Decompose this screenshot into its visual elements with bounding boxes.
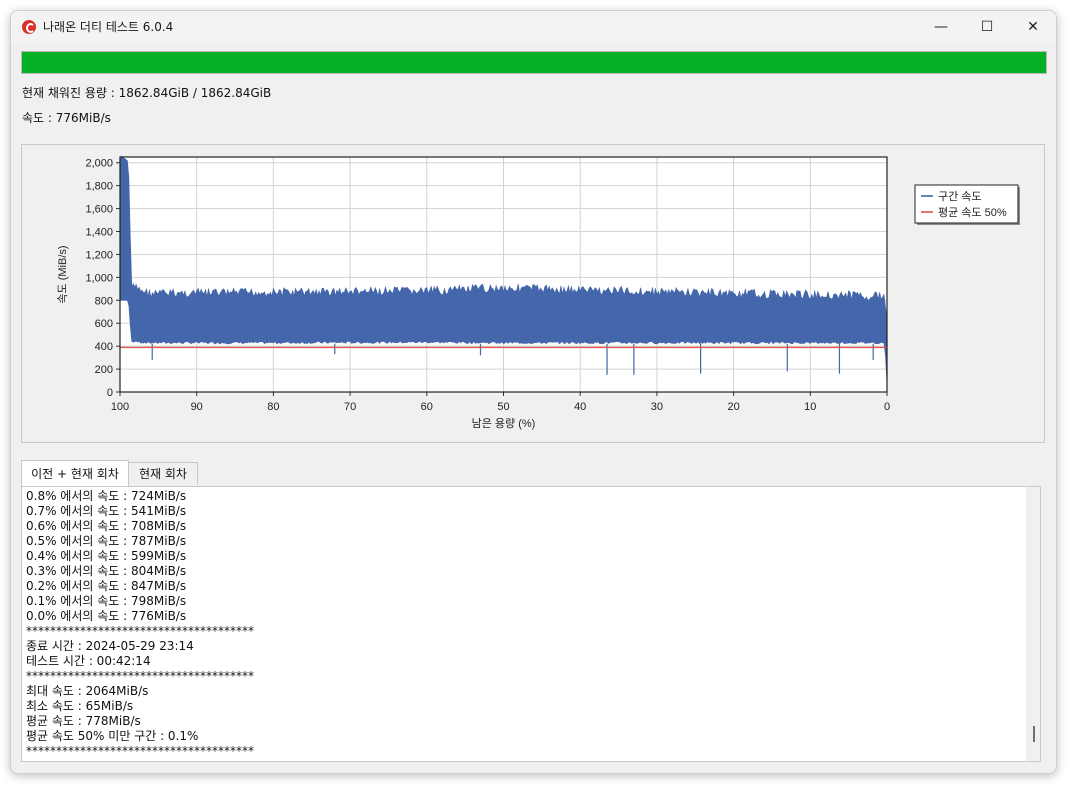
log-line: 테스트 시간 : 00:42:14 [26,654,151,668]
app-window: 나래온 더티 테스트 6.0.4 — ☐ ✕ 현재 채워진 용량 : 1862.… [10,10,1057,774]
x-tick-label: 100 [111,401,129,413]
log-line: 0.0% 에서의 속도 : 776MiB/s [26,609,187,623]
app-logo-icon [22,20,36,34]
y-tick-label: 0 [107,387,113,399]
log-line: ************************************** [26,744,254,758]
title-bar[interactable]: 나래온 더티 테스트 6.0.4 — ☐ ✕ [11,11,1056,43]
tab-all-rounds[interactable]: 이전 + 현재 회차 [21,460,129,486]
y-tick-label: 1,600 [85,204,113,216]
x-axis-label: 남은 용량 (%) [472,417,536,430]
y-tick-label: 200 [95,364,113,376]
speed-chart-panel: 0 200 400 600 800 1,000 1,200 1,400 1,600 1,800 2,… [21,144,1045,443]
filled-capacity-label: 현재 채워진 용량 : 1862.84GiB / 1862.84GiB [22,86,272,100]
log-line: 0.4% 에서의 속도 : 599MiB/s [26,549,187,563]
x-tick-label: 50 [497,401,509,413]
log-textbox[interactable]: 0.8% 에서의 속도 : 724MiB/s 0.7% 에서의 속도 : 541M… [21,486,1041,762]
progress-fill [22,52,1046,73]
maximize-button[interactable]: ☐ [964,11,1010,43]
y-tick-label: 1,200 [85,249,113,261]
x-tick-label: 30 [651,401,663,413]
x-tick-label: 40 [574,401,586,413]
x-tick-label: 10 [804,401,816,413]
log-line: 0.8% 에서의 속도 : 724MiB/s [26,489,187,503]
y-tick-label: 1,000 [85,272,113,284]
log-lines: 0.8% 에서의 속도 : 724MiB/s 0.7% 에서의 속도 : 541M… [26,489,254,759]
x-tick-label: 70 [344,401,356,413]
log-line: 종료 시간 : 2024-05-29 23:14 [26,639,194,653]
log-line: 0.1% 에서의 속도 : 798MiB/s [26,594,187,608]
y-axis-label: 속도 (MiB/s) [56,245,69,303]
legend-label: 평균 속도 50% [938,206,1007,219]
y-tick-label: 1,800 [85,181,113,193]
log-line: 평균 속도 : 778MiB/s [26,714,141,728]
log-line: 최대 속도 : 2064MiB/s [26,684,149,698]
test-progress-bar [21,51,1047,74]
log-line: 0.7% 에서의 속도 : 541MiB/s [26,504,187,518]
minimize-button[interactable]: — [918,11,964,43]
x-tick-label: 0 [884,401,890,413]
log-line: 평균 속도 50% 미만 구간 : 0.1% [26,729,199,743]
y-tick-label: 2,000 [85,158,113,170]
log-line: ************************************** [26,624,254,638]
x-tick-label: 20 [727,401,739,413]
log-scrollbar-thumb[interactable] [1033,726,1035,742]
close-button[interactable]: ✕ [1010,11,1056,43]
log-line: ************************************** [26,669,254,683]
y-tick-label: 1,400 [85,227,113,239]
x-tick-label: 80 [267,401,279,413]
speed-chart: 02004006008001,0001,2001,4001,6001,8002,… [56,155,1020,430]
x-tick-label: 60 [421,401,433,413]
log-scrollbar[interactable] [1026,487,1040,761]
log-line: 0.6% 에서의 속도 : 708MiB/s [26,519,187,533]
legend-label: 구간 속도 [938,190,982,203]
current-speed-label: 속도 : 776MiB/s [22,111,111,125]
window-title: 나래온 더티 테스트 6.0.4 [43,20,174,34]
tab-current-round[interactable]: 현재 회차 [128,462,198,485]
log-line: 최소 속도 : 65MiB/s [26,699,134,713]
x-tick-label: 90 [191,401,203,413]
y-tick-label: 800 [95,295,113,307]
log-line: 0.2% 에서의 속도 : 847MiB/s [26,579,187,593]
log-line: 0.3% 에서의 속도 : 804MiB/s [26,564,187,578]
y-tick-label: 600 [95,318,113,330]
log-line: 0.5% 에서의 속도 : 787MiB/s [26,534,187,548]
y-tick-label: 400 [95,341,113,353]
